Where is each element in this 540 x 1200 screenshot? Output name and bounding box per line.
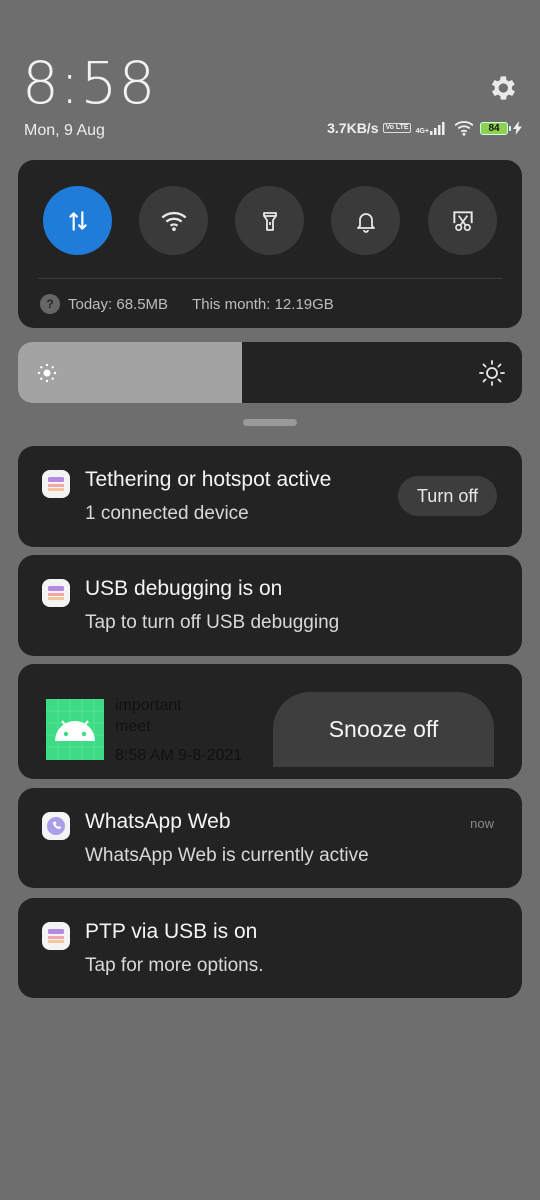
- app-icon: [42, 470, 70, 498]
- network-type-label: 4G+: [415, 128, 429, 135]
- notification-title: WhatsApp Web: [85, 810, 231, 833]
- alarm-label-line2: meet: [115, 718, 151, 735]
- clock[interactable]: 8:58: [22, 50, 156, 116]
- alarm-time: 8:58 AM 9-8-2021: [115, 747, 243, 764]
- usage-today: Today: 68.5MB: [68, 295, 169, 313]
- notification-whatsapp[interactable]: WhatsApp Web WhatsApp Web is currently a…: [18, 788, 522, 888]
- flashlight-toggle[interactable]: [235, 186, 304, 255]
- notification-usb-debugging[interactable]: USB debugging is on Tap to turn off USB …: [18, 555, 522, 656]
- data-usage-row[interactable]: ? Today: 68.5MB This month: 12.19GB: [40, 294, 334, 314]
- help-icon: ?: [40, 294, 60, 314]
- app-icon: [42, 579, 70, 607]
- divider: [38, 278, 502, 279]
- sound-toggle[interactable]: [331, 186, 400, 255]
- brightness-slider[interactable]: [18, 342, 522, 403]
- alarm-label-line1: important: [115, 697, 182, 714]
- wifi-icon: [161, 211, 186, 231]
- notification-time: now: [470, 816, 494, 831]
- date[interactable]: Mon, 9 Aug: [24, 122, 105, 140]
- notification-title: USB debugging is on: [85, 577, 283, 600]
- settings-gear-icon[interactable]: [486, 72, 518, 104]
- brightness-low-icon: [37, 363, 57, 383]
- usage-month: This month: 12.19GB: [192, 295, 334, 313]
- notification-alarm[interactable]: important meet 8:58 AM 9-8-2021 Snooze o…: [18, 664, 522, 779]
- notification-body: Tap for more options.: [85, 955, 264, 976]
- quick-settings-panel: ? Today: 68.5MB This month: 12.19GB: [18, 160, 522, 328]
- screenshot-toggle[interactable]: [428, 186, 497, 255]
- notification-body: 1 connected device: [85, 503, 249, 524]
- app-icon: [42, 922, 70, 950]
- drag-handle[interactable]: [243, 419, 297, 426]
- notification-body: WhatsApp Web is currently active: [85, 845, 369, 866]
- net-speed: 3.7KB/s: [327, 120, 379, 136]
- data-transfer-icon: [68, 210, 87, 231]
- notification-tethering[interactable]: Tethering or hotspot active 1 connected …: [18, 446, 522, 547]
- android-icon: [46, 699, 104, 760]
- brightness-high-icon: [479, 360, 505, 386]
- mobile-data-toggle[interactable]: [43, 186, 112, 255]
- notification-title: Tethering or hotspot active: [85, 468, 332, 491]
- bell-icon: [356, 212, 375, 233]
- whatsapp-icon: [42, 812, 70, 840]
- snooze-off-button[interactable]: Snooze off: [273, 692, 494, 767]
- battery-icon: 84: [480, 121, 511, 135]
- wifi-icon: [454, 121, 474, 136]
- notification-body: Tap to turn off USB debugging: [85, 612, 340, 633]
- status-icons: 3.7KB/s Vo LTE 4G+ 84: [327, 120, 522, 136]
- turn-off-button[interactable]: Turn off: [398, 476, 497, 516]
- notification-ptp-usb[interactable]: PTP via USB is on Tap for more options.: [18, 898, 522, 998]
- wifi-toggle[interactable]: [139, 186, 208, 255]
- flashlight-icon: [262, 211, 277, 231]
- volte-icon: Vo LTE: [383, 123, 411, 133]
- notification-title: PTP via USB is on: [85, 920, 258, 943]
- scissors-screen-icon: [452, 210, 473, 231]
- charging-icon: [513, 121, 522, 135]
- cell-signal-icon: 4G+: [416, 121, 448, 135]
